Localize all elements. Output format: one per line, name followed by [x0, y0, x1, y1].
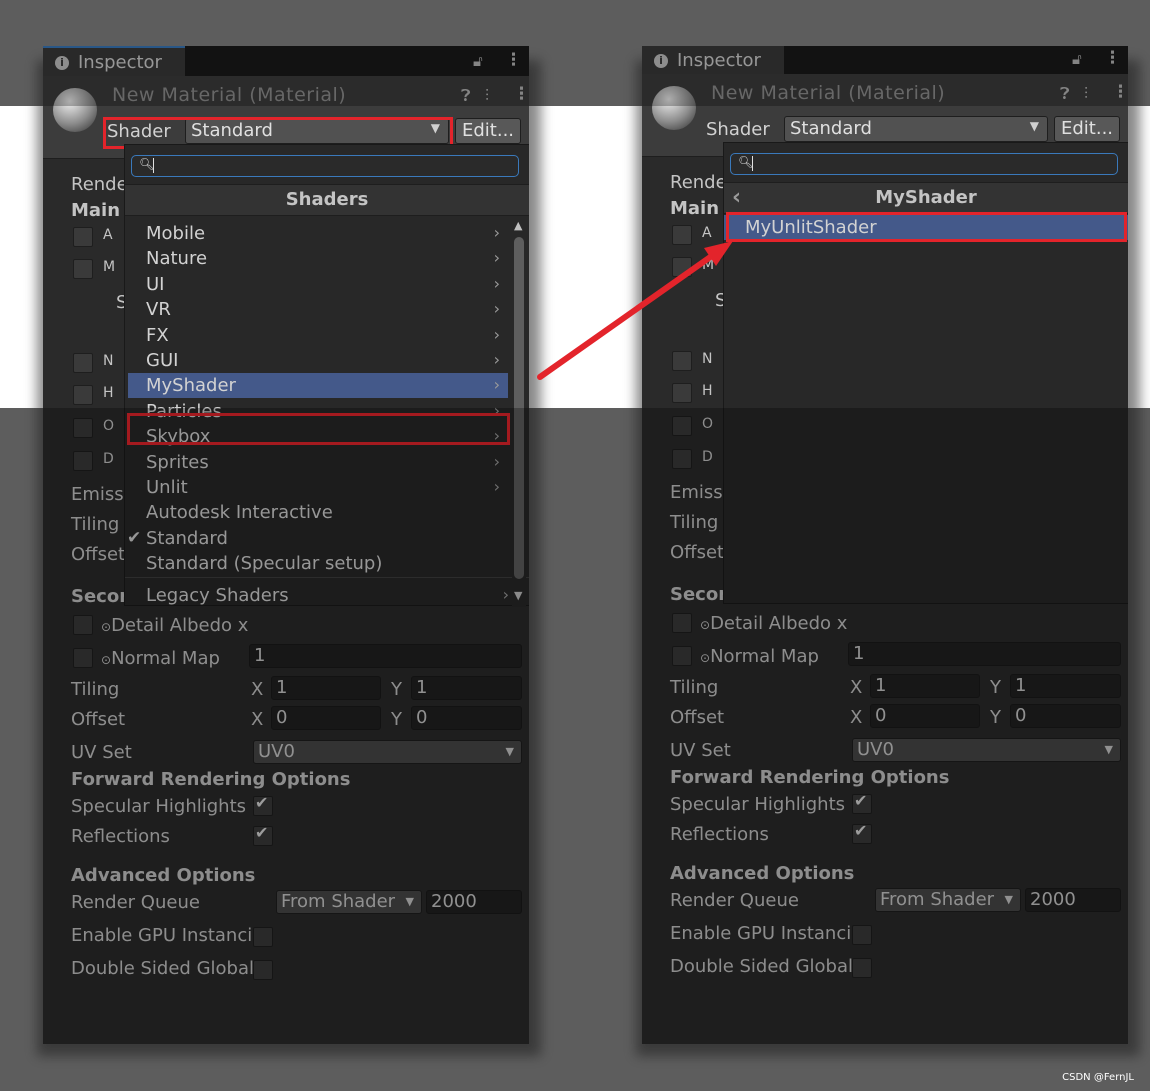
annotation-arrow-shaft [537, 250, 719, 380]
annotation-arrow [537, 241, 733, 380]
annotation-arrow-head [704, 241, 733, 266]
watermark: CSDN @FernJL [1062, 1072, 1134, 1083]
